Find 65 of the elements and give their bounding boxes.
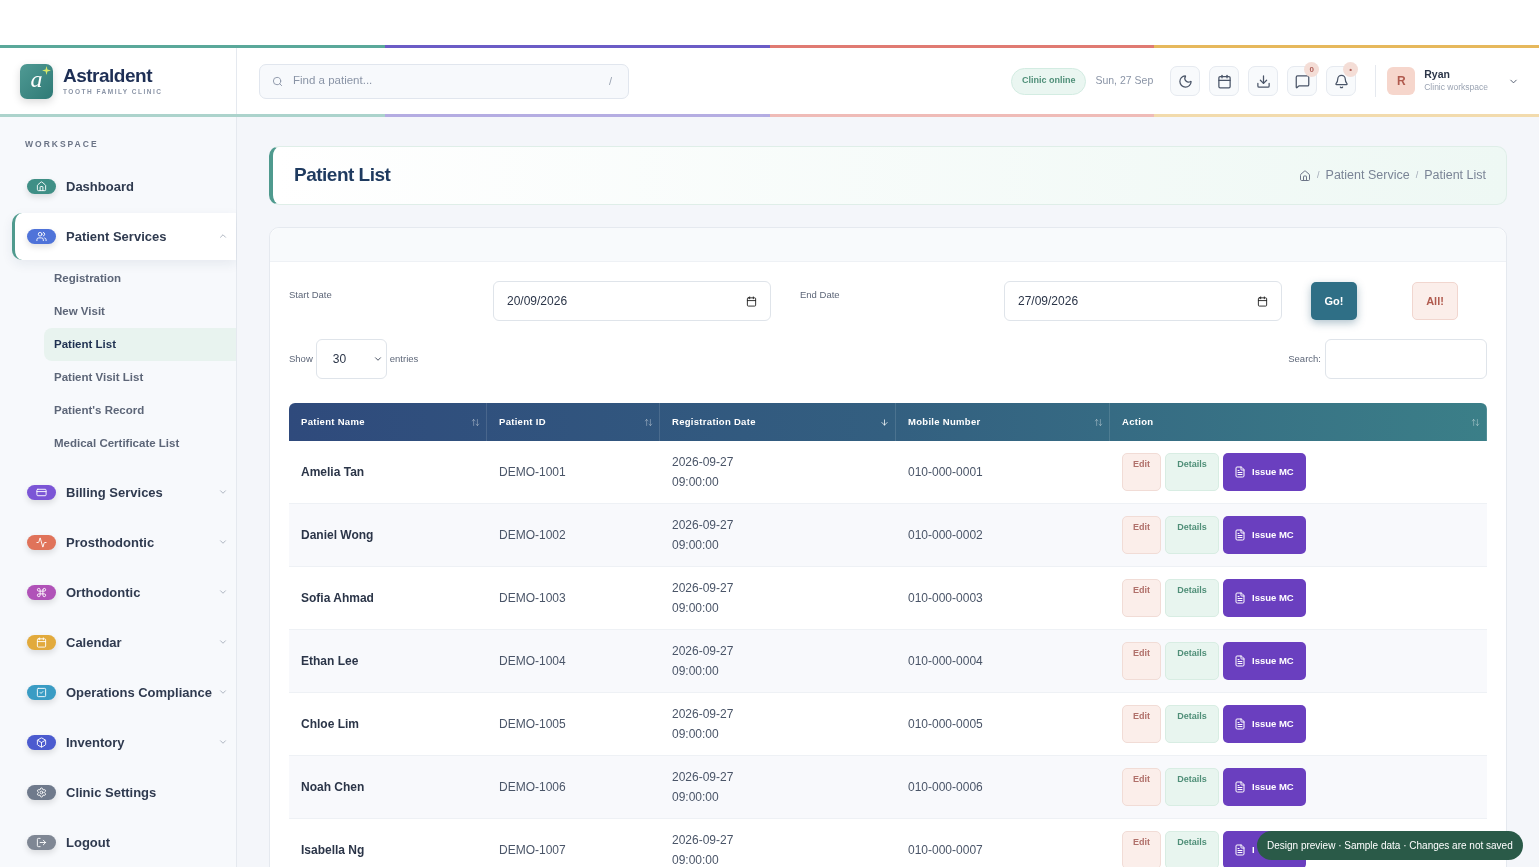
patient-name: Daniel Wong (300, 527, 375, 544)
date-label: Sun, 27 Sep (1095, 73, 1154, 89)
nav-label: Clinic Settings (66, 783, 158, 802)
registration-date: 2026-09-27 (672, 832, 735, 849)
entries-label: entries (389, 351, 419, 366)
registration-date: 2026-09-27 (672, 454, 735, 471)
breadcrumb-separator: / (1317, 168, 1320, 182)
patient-id: DEMO-1001 (498, 464, 567, 481)
mobile-number: 010-000-0006 (907, 779, 984, 796)
user-avatar: R (1387, 67, 1416, 95)
brand-name: Astraldent (63, 65, 154, 88)
mobile-number: 010-000-0004 (907, 653, 984, 670)
nav-label: Inventory (66, 733, 126, 752)
preview-toast: Design preview · Sample data · Changes are not saved (1257, 831, 1523, 860)
registration-time: 09:00:00 (672, 852, 720, 867)
nav-label: Billing Services (66, 483, 164, 502)
patient-id: DEMO-1005 (498, 716, 567, 733)
shortcut-hint: / (608, 73, 612, 89)
patient-name: Ethan Lee (300, 653, 360, 670)
registration-date: 2026-09-27 (672, 580, 735, 597)
registration-time: 09:00:00 (672, 537, 720, 554)
nav-label: Dashboard (66, 177, 135, 196)
mobile-number: 010-000-0005 (907, 716, 984, 733)
patient-name: Amelia Tan (300, 464, 366, 481)
patient-name: Isabella Ng (300, 842, 366, 859)
registration-time: 09:00:00 (672, 474, 720, 491)
patient-name: Sofia Ahmad (300, 590, 375, 607)
nav-label: Prosthodontic (66, 533, 156, 552)
registration-time: 09:00:00 (672, 726, 720, 743)
mobile-number: 010-000-0007 (907, 842, 984, 859)
nav-label: Logout (66, 833, 112, 852)
notification-badge: 0 (1304, 62, 1320, 77)
page-title: Patient List (294, 163, 392, 188)
registration-time: 09:00:00 (672, 663, 720, 680)
nav-label: Calendar (66, 633, 123, 652)
registration-date: 2026-09-27 (672, 706, 735, 723)
mobile-number: 010-000-0001 (907, 464, 984, 481)
patient-id: DEMO-1006 (498, 779, 567, 796)
registration-date: 2026-09-27 (672, 769, 735, 786)
patient-id: DEMO-1002 (498, 527, 567, 544)
nav-label: Orthodontic (66, 583, 142, 602)
nav-label: Patient Services (66, 227, 168, 246)
search-label: Search: (1288, 351, 1321, 366)
registration-time: 09:00:00 (672, 600, 720, 617)
user-role: Clinic workspace (1424, 81, 1488, 94)
field-label: Start Date (289, 288, 333, 302)
section-label: WORKSPACE (25, 138, 100, 151)
registration-date: 2026-09-27 (672, 643, 735, 660)
registration-date: 2026-09-27 (672, 517, 735, 534)
show-label: Show (289, 351, 313, 366)
field-label: End Date (800, 288, 841, 302)
patient-id: DEMO-1004 (498, 653, 567, 670)
patient-id: DEMO-1007 (498, 842, 567, 859)
registration-time: 09:00:00 (672, 789, 720, 806)
nav-label: Operations Compliance (66, 683, 213, 702)
logo-icon: a (20, 63, 53, 99)
status-badge: Clinic online (1010, 67, 1087, 95)
patient-name: Noah Chen (300, 779, 366, 796)
mobile-number: 010-000-0002 (907, 527, 984, 544)
patient-id: DEMO-1003 (498, 590, 567, 607)
notification-badge: • (1343, 62, 1359, 77)
user-name: Ryan (1424, 68, 1451, 81)
breadcrumb-separator: / (1415, 168, 1419, 182)
mobile-number: 010-000-0003 (907, 590, 984, 607)
patient-name: Chloe Lim (300, 716, 360, 733)
